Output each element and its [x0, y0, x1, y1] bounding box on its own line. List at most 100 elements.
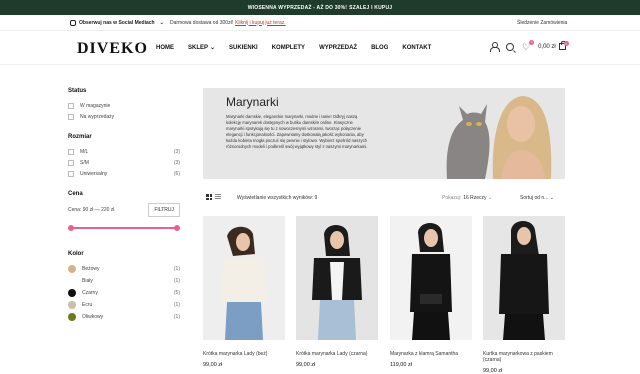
color-swatch[interactable]: [68, 265, 76, 273]
color-label: Biały: [82, 278, 93, 284]
per-page-label: Pokazuj:: [442, 195, 462, 201]
color-count: (1): [173, 302, 180, 308]
color-swatch[interactable]: [68, 301, 76, 309]
product-name[interactable]: Krótka marynarka Lady (beż): [203, 351, 285, 357]
product-image[interactable]: [483, 216, 565, 340]
checkbox[interactable]: [68, 113, 74, 120]
nav-home[interactable]: HOME: [156, 44, 174, 51]
order-tracking-link[interactable]: Śledzenie Zamówienia: [517, 20, 567, 26]
status-option-label: W magazynie: [80, 102, 111, 109]
list-view-icon[interactable]: [215, 194, 221, 200]
checkbox[interactable]: [68, 148, 74, 155]
sort-select[interactable]: Sortuj od n... ⌄: [520, 195, 554, 201]
size-count: (3): [173, 159, 180, 166]
wishlist-count-badge: 0: [529, 39, 535, 45]
wishlist-icon[interactable]: ♡ 0: [522, 39, 535, 51]
color-swatch[interactable]: [68, 313, 76, 321]
color-swatch[interactable]: [68, 289, 76, 297]
sort-value: Sortuj od n...: [520, 195, 549, 201]
price-filter-title: Cena: [68, 191, 83, 197]
shipping-link[interactable]: Kliknij i kupuj już teraz.: [235, 20, 286, 26]
product-name[interactable]: Krótka marynarka Lady (czarna): [296, 351, 378, 357]
logo[interactable]: DIVEKO: [77, 40, 148, 58]
size-count: (3): [173, 148, 180, 155]
checkbox[interactable]: [68, 170, 74, 177]
product-card[interactable]: Krótka marynarka Lady (beż) 99,00 zł: [203, 216, 285, 368]
category-title: Marynarki: [226, 95, 279, 109]
product-image[interactable]: [203, 216, 285, 340]
shipping-text: Darmowa dostawa od 300zł!: [170, 19, 234, 26]
product-card[interactable]: Marynarka z klamrą Samantha 119,00 zł: [390, 216, 472, 368]
price-slider-max-handle[interactable]: [174, 225, 180, 231]
per-page-select[interactable]: Pokazuj: 16 Rzeczy ⌄: [442, 195, 492, 201]
checkbox[interactable]: [68, 159, 74, 166]
product-image[interactable]: [296, 216, 378, 340]
product-price: 99,00 zł: [203, 362, 223, 368]
nav-sets[interactable]: KOMPLETY: [272, 44, 305, 51]
site-header: DIVEKO HOME SKLEP ⌄ SUKIENKI KOMPLETY WYP…: [0, 31, 640, 65]
nav-dresses[interactable]: SUKIENKI: [229, 44, 258, 51]
status-option-label: Na wyprzedaży: [80, 113, 115, 120]
category-banner: Marynarki Marynarki damskie, eleganckie …: [203, 88, 565, 179]
size-option-ml[interactable]: M/L (3): [68, 146, 180, 157]
status-option-sale[interactable]: Na wyprzedaży: [68, 111, 180, 122]
results-count: Wyświetlanie wszystkich wyników: 9: [237, 195, 318, 201]
cart-total: 0,00 zł: [538, 43, 556, 50]
size-label: Uniwersalny: [80, 170, 108, 177]
color-option[interactable]: Oliwkowy (1): [68, 311, 180, 323]
cart-icon: 0: [558, 41, 569, 50]
product-grid: Krótka marynarka Lady (beż) 99,00 zł Kró…: [203, 216, 565, 374]
chevron-down-icon: ⌄: [210, 45, 216, 51]
promo-cta-link[interactable]: SZALEJ I KUPUJ: [349, 5, 392, 11]
social-label: Obserwuj nas w Social Mediach: [79, 19, 155, 26]
color-option[interactable]: Czarny (5): [68, 287, 180, 299]
grid-view-icon[interactable]: [206, 194, 212, 200]
color-label: Beżowy: [82, 266, 100, 272]
size-option-sm[interactable]: S/M (3): [68, 157, 180, 168]
main-nav: HOME SKLEP ⌄ SUKIENKI KOMPLETY WYPRZEDAŻ …: [156, 44, 431, 52]
cart-count-badge: 0: [563, 41, 569, 46]
size-filter-title: Rozmiar: [68, 134, 92, 140]
product-image[interactable]: [390, 216, 472, 340]
color-options: Beżowy (1) Biały (1) Czarny (5) Ecru (1) Oliwkow…: [68, 263, 180, 323]
nav-shop[interactable]: SKLEP ⌄: [188, 44, 216, 52]
status-option-in-stock[interactable]: W magazynie: [68, 100, 180, 111]
color-option[interactable]: Beżowy (1): [68, 263, 180, 275]
search-icon[interactable]: [506, 42, 514, 51]
color-option[interactable]: Biały (1): [68, 275, 180, 287]
color-label: Ecru: [82, 302, 93, 308]
chevron-down-icon: ⌄: [159, 19, 164, 26]
color-count: (1): [173, 266, 180, 272]
price-slider[interactable]: [68, 223, 180, 233]
user-icon[interactable]: [490, 42, 500, 52]
nav-shop-label: SKLEP: [188, 44, 209, 51]
price-slider-min-handle[interactable]: [68, 225, 74, 231]
product-price: 99,00 zł: [296, 362, 316, 368]
color-count: (1): [173, 314, 180, 320]
nav-sale[interactable]: WYPRZEDAŻ: [319, 44, 357, 51]
filter-sidebar: Status W magazynie Na wyprzedaży Rozmiar…: [68, 88, 180, 323]
nav-blog[interactable]: BLOG: [371, 44, 388, 51]
per-page-value: 16 Rzeczy: [463, 195, 487, 201]
product-name[interactable]: Marynarka z klamrą Samantha: [390, 351, 472, 357]
cart-button[interactable]: 0,00 zł 0: [538, 41, 569, 50]
product-name[interactable]: Kurtka marynarkowa z paskiem (czarna): [483, 351, 565, 363]
promo-text: WIOSENNA WYPRZEDAŻ - AŻ DO 30%!: [247, 4, 348, 11]
shop-toolbar: Wyświetlanie wszystkich wyników: 9 Pokaz…: [203, 192, 565, 204]
checkbox[interactable]: [68, 102, 74, 109]
nav-contact[interactable]: KONTAKT: [402, 44, 431, 51]
size-option-universal[interactable]: Uniwersalny (6): [68, 168, 180, 179]
size-count: (6): [173, 170, 180, 177]
color-swatch[interactable]: [68, 277, 76, 285]
filter-button[interactable]: FILTRUJ: [148, 203, 180, 217]
social-media-dropdown[interactable]: Obserwuj nas w Social Mediach ⌄: [70, 19, 164, 26]
info-bar: Obserwuj nas w Social Mediach ⌄ Darmowa …: [0, 15, 640, 31]
chevron-down-icon: ⌄: [549, 195, 554, 201]
color-option[interactable]: Ecru (1): [68, 299, 180, 311]
product-card[interactable]: Krótka marynarka Lady (czarna) 99,00 zł: [296, 216, 378, 368]
price-range-text: Cena: 90 zł — 220 zł: [68, 207, 114, 213]
color-label: Czarny: [82, 290, 98, 296]
product-card[interactable]: Kurtka marynarkowa z paskiem (czarna) 99…: [483, 216, 565, 374]
color-count: (5): [173, 290, 180, 296]
color-filter-title: Kolor: [68, 251, 84, 257]
